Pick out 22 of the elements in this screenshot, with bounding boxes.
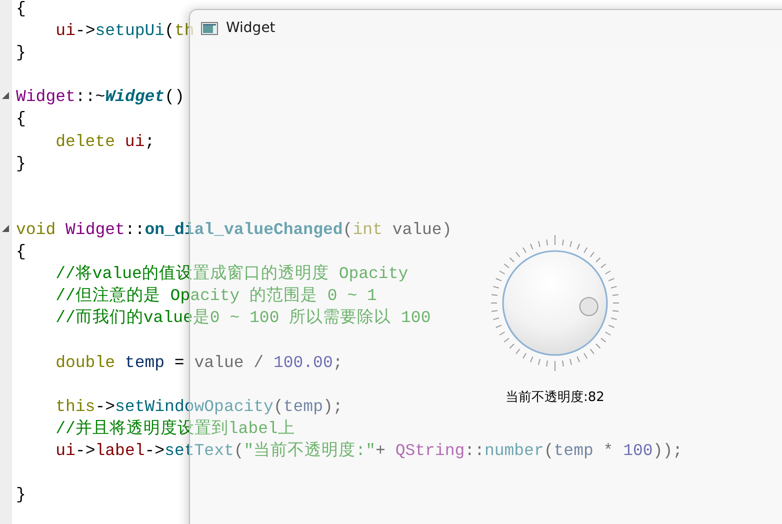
code-line: { bbox=[16, 242, 26, 262]
fold-arrow-icon[interactable] bbox=[2, 92, 9, 100]
code-line: double temp = value / 100.00; bbox=[54, 352, 343, 372]
dial-handle[interactable] bbox=[579, 296, 598, 316]
code-line: } bbox=[16, 43, 26, 62]
code-line: { bbox=[16, 109, 26, 128]
code-line: Widget::~Widget() bbox=[16, 87, 184, 106]
code-line: //但注意的是 Opacity 的范围是 0 ~ 1 bbox=[54, 286, 377, 306]
code-line: delete ui; bbox=[54, 132, 155, 151]
code-line: //而我们的value是0 ~ 100 所以需要除以 100 bbox=[54, 308, 431, 328]
code-line: } bbox=[16, 485, 26, 504]
window-title: Widget bbox=[226, 20, 276, 36]
code-line: { bbox=[16, 0, 26, 18]
fold-arrow-icon[interactable] bbox=[2, 224, 9, 232]
code-line: this->setWindowOpacity(temp); bbox=[54, 396, 343, 416]
window-icon bbox=[201, 22, 218, 34]
opacity-label: 当前不透明度:82 bbox=[506, 389, 604, 407]
code-line: void Widget::on_dial_valueChanged(int value) bbox=[16, 220, 452, 239]
code-line: //将value的值设置成窗口的透明度 Opacity bbox=[54, 264, 408, 284]
code-line: ui->setupUi(th bbox=[54, 21, 194, 40]
code-line: } bbox=[16, 154, 26, 173]
code-line: ui->label->setText("当前不透明度:"+ QString::number(temp * 100)); bbox=[54, 440, 683, 460]
